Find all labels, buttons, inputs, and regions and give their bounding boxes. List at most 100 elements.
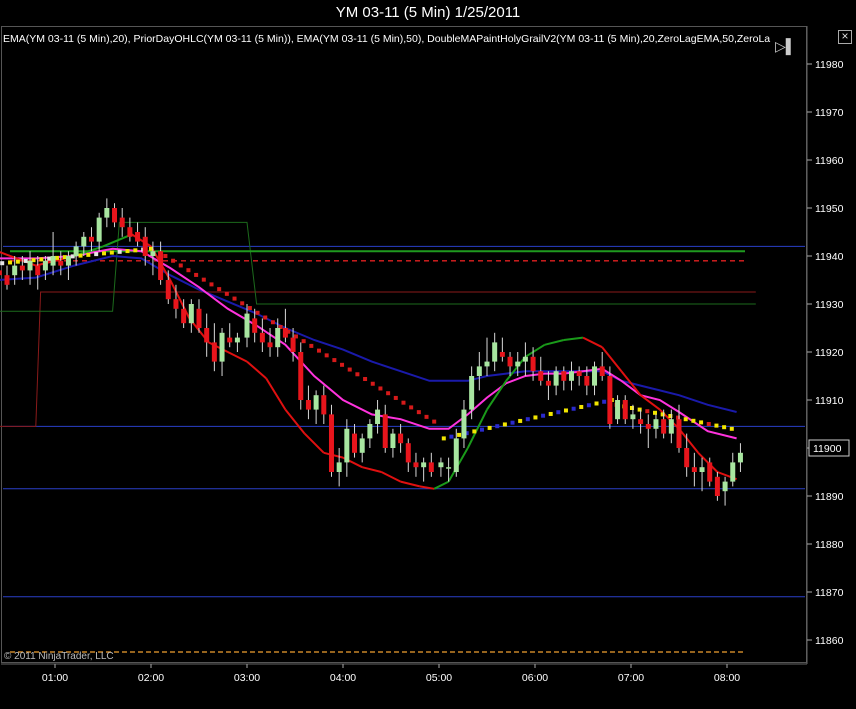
candle-body [328, 414, 334, 472]
candle-body [188, 304, 194, 324]
paint-dot [416, 410, 421, 415]
zerolag-segment [400, 480, 421, 488]
candle-body [119, 217, 125, 228]
candle-body [282, 328, 288, 338]
time-tick-label: 02:00 [138, 672, 164, 684]
candle-body [461, 409, 467, 439]
candle-body [553, 371, 559, 386]
candle-body [267, 342, 273, 348]
time-tick-label: 05:00 [426, 672, 452, 684]
price-tick-label: 11860 [815, 635, 844, 647]
paint-dot [149, 246, 153, 251]
candle-body [707, 462, 713, 482]
paint-dot [347, 367, 352, 372]
candle-body [65, 256, 71, 266]
paint-dot [55, 255, 60, 260]
paint-dot [449, 434, 454, 439]
candle-body [405, 443, 411, 463]
candle-body [561, 371, 567, 381]
paint-dot [556, 410, 561, 415]
candle-body [275, 328, 281, 348]
candle-body [359, 438, 365, 453]
candle-body [367, 424, 373, 439]
candle-body [135, 232, 141, 242]
candle-body [321, 395, 327, 415]
price-tick-label: 11950 [815, 203, 844, 215]
candle-body [576, 371, 582, 376]
paint-dot [479, 427, 484, 432]
paint-dot [263, 315, 268, 320]
candle-body [545, 380, 551, 386]
candle-body [127, 227, 133, 237]
candle-body [158, 251, 164, 280]
paint-dot [441, 436, 446, 441]
candle-body [88, 236, 94, 242]
candle-body [492, 342, 498, 362]
zerolag-segment [361, 466, 382, 473]
candle-body [499, 352, 505, 357]
candle-body [382, 414, 388, 448]
paint-dot [386, 391, 391, 396]
zerolag-segment [524, 343, 546, 358]
paint-dot [301, 339, 306, 344]
candle-body [204, 328, 210, 343]
candle-body [653, 419, 659, 429]
candle-body [219, 332, 225, 362]
candle-body [630, 414, 636, 420]
candle-body [252, 318, 258, 333]
zerolag-segment [563, 336, 584, 341]
paint-dot [653, 410, 657, 415]
paint-dot [255, 310, 260, 315]
candle-body [0, 270, 2, 276]
candle-body [522, 356, 528, 362]
time-tick-label: 08:00 [714, 672, 740, 684]
paint-dot [332, 358, 337, 363]
candle-body [313, 395, 319, 410]
paint-dot [378, 386, 383, 391]
candle-body [484, 361, 490, 367]
candle-body [476, 366, 482, 376]
candle-body [691, 467, 697, 472]
paint-dot [472, 429, 477, 434]
candle-body [42, 260, 48, 271]
price-chart[interactable]: 11860 11870 11880 11890 11900 11910 11920 11930… [0, 0, 856, 709]
candle-body [438, 462, 444, 468]
candle-body [390, 433, 396, 448]
paint-dot [409, 405, 414, 410]
paint-dot [125, 249, 130, 254]
candle-body [645, 424, 651, 429]
paint-dot [15, 259, 20, 264]
paint-dot [309, 343, 314, 348]
candle-body [27, 260, 33, 271]
paint-dot [217, 287, 222, 292]
candle-body [352, 433, 358, 453]
paint-dot [240, 301, 245, 306]
paint-dot [645, 409, 650, 414]
candle-body [714, 476, 720, 496]
candle-body [196, 308, 202, 328]
candle-body [722, 481, 728, 492]
candle-body [19, 265, 25, 271]
paint-dot [209, 282, 214, 287]
close-icon[interactable]: × [838, 30, 852, 44]
paint-dot [571, 406, 576, 411]
paint-dot [247, 306, 252, 311]
price-tick-label: 11930 [815, 299, 844, 311]
paint-dot [0, 261, 5, 266]
candle-body [676, 419, 682, 448]
scroll-forward-icon[interactable]: ▷▌ [775, 38, 796, 55]
candle-body [227, 337, 233, 343]
candle-body [398, 433, 404, 444]
paint-dot [317, 348, 321, 353]
paint-dot [563, 408, 568, 413]
paint-dot [518, 418, 523, 423]
paint-dot [457, 432, 462, 437]
candle-body [336, 462, 342, 472]
candle-body [165, 280, 171, 300]
zerolag-segment [544, 339, 565, 346]
paint-dot [39, 257, 44, 262]
candle-body [638, 419, 644, 424]
paint-dot [8, 260, 13, 265]
paint-dot [729, 426, 734, 431]
candle-body [661, 419, 667, 434]
